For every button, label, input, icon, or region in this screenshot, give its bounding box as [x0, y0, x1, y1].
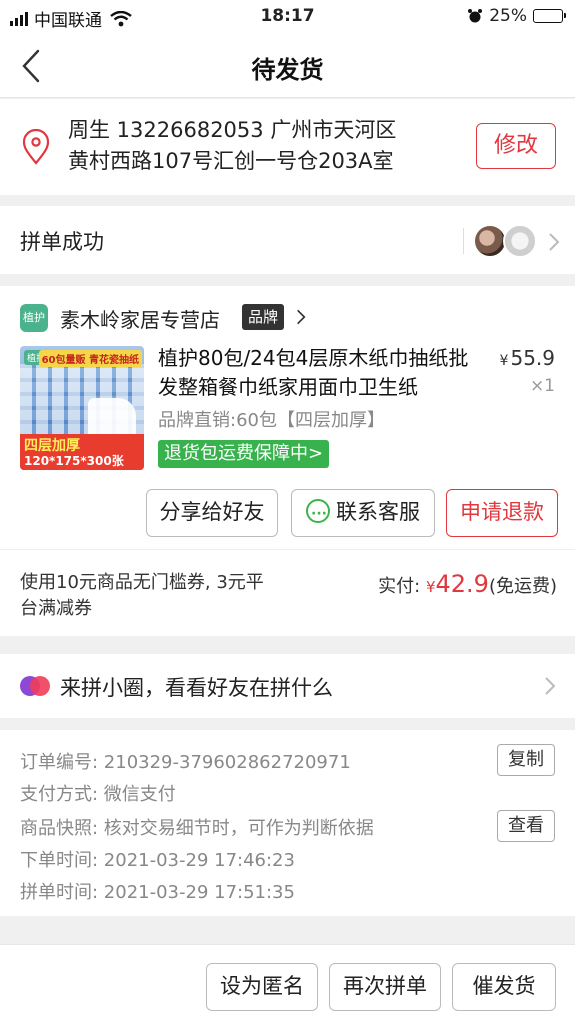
store-chevron-icon[interactable]	[296, 308, 306, 326]
view-snapshot-button[interactable]: 查看	[497, 810, 555, 842]
contact-service-label: 联系客服	[336, 500, 420, 524]
group-status-title: 拼单成功	[20, 230, 104, 254]
product-quantity: ×1	[529, 376, 555, 396]
friend-circle-banner[interactable]: 来拼小圈，看看好友在拼什么	[0, 654, 575, 718]
image-tag-bottom: 四层加厚 120*175*300张	[20, 434, 144, 470]
rebuy-button[interactable]: 再次拼单	[329, 963, 441, 1011]
address-line-1: 周生 13226682053 广州市天河区	[68, 118, 397, 142]
share-button[interactable]: 分享给好友	[146, 489, 278, 537]
battery-percent: 25%	[489, 6, 527, 26]
product-card: 植护 素木岭家居专营店 品牌 植护 60包量贩 青花瓷抽纸 四层加厚 120*1…	[0, 286, 575, 636]
group-time: 拼单时间: 2021-03-29 17:51:35	[20, 882, 295, 903]
chat-icon	[306, 492, 330, 537]
store-logo: 植护	[20, 304, 48, 332]
order-time: 下单时间: 2021-03-29 17:46:23	[20, 850, 295, 871]
status-bar: 中国联通 18:17 25%	[0, 0, 575, 34]
return-shipping-guarantee-badge[interactable]: 退货包运费保障中>	[158, 440, 330, 468]
paid-value: 42.9	[435, 570, 489, 598]
order-info-card: 订单编号: 210329-379602862720971 复制 支付方式: 微信…	[0, 730, 575, 916]
group-status-row[interactable]: 拼单成功	[0, 206, 575, 274]
payment-method: 支付方式: 微信支付	[20, 784, 176, 805]
alarm-icon	[468, 9, 483, 23]
chevron-right-icon	[549, 233, 560, 251]
price-value: 55.9	[510, 346, 555, 370]
price-currency: ¥	[499, 353, 509, 369]
refund-button[interactable]: 申请退款	[446, 489, 558, 537]
chevron-right-icon	[545, 677, 556, 695]
circle-icon	[20, 676, 50, 698]
circle-text: 来拼小圈，看看好友在拼什么	[60, 676, 333, 700]
order-number: 订单编号: 210329-379602862720971	[20, 752, 351, 773]
address-line-2: 黄村西路107号汇创一号仓203A室	[68, 149, 394, 173]
product-spec: 品牌直销:60包【四层加厚】	[158, 410, 385, 431]
product-image[interactable]: 植护 60包量贩 青花瓷抽纸 四层加厚 120*175*300张	[20, 346, 144, 470]
brand-badge: 品牌	[242, 304, 285, 330]
divider	[463, 228, 464, 254]
set-anonymous-button[interactable]: 设为匿名	[206, 963, 318, 1011]
contact-service-button[interactable]: 联系客服	[291, 489, 435, 537]
avatar	[473, 224, 507, 258]
product-price: ¥55.9	[500, 346, 555, 370]
address-text: 周生 13226682053 广州市天河区 黄村西路107号汇创一号仓203A室	[68, 115, 468, 177]
address-card: 周生 13226682053 广州市天河区 黄村西路107号汇创一号仓203A室…	[0, 99, 575, 195]
location-pin-icon	[22, 129, 50, 165]
bottom-action-bar: 设为匿名 再次拼单 催发货	[0, 944, 575, 1024]
image-tag-bottom-line2: 120*175*300张	[24, 454, 124, 468]
avatar	[503, 224, 537, 258]
page-title: 待发货	[251, 56, 324, 84]
store-name[interactable]: 素木岭家居专营店	[60, 304, 220, 333]
tissue-graphic	[88, 398, 136, 438]
nav-bar: 待发货	[0, 34, 575, 98]
product-snapshot: 商品快照: 核对交易细节时，可作为判断依据	[20, 818, 374, 839]
divider	[0, 549, 575, 550]
paid-note: (免运费)	[488, 576, 557, 597]
paid-currency: ¥	[425, 578, 436, 596]
image-tag-top: 60包量贩 青花瓷抽纸	[38, 350, 142, 367]
copy-order-button[interactable]: 复制	[497, 744, 555, 776]
status-right: 25%	[467, 6, 566, 26]
product-title[interactable]: 植护80包/24包4层原木纸巾抽纸批发整箱餐巾纸家用面巾卫生纸	[158, 344, 478, 402]
battery-icon	[533, 9, 566, 23]
urge-shipping-button[interactable]: 催发货	[452, 963, 556, 1011]
modify-address-button[interactable]: 修改	[476, 123, 556, 169]
paid-amount: 实付: ¥42.9(免运费)	[378, 570, 557, 598]
paid-label: 实付:	[378, 576, 421, 597]
coupon-info: 使用10元商品无门槛券, 3元平台满减券	[20, 572, 264, 619]
